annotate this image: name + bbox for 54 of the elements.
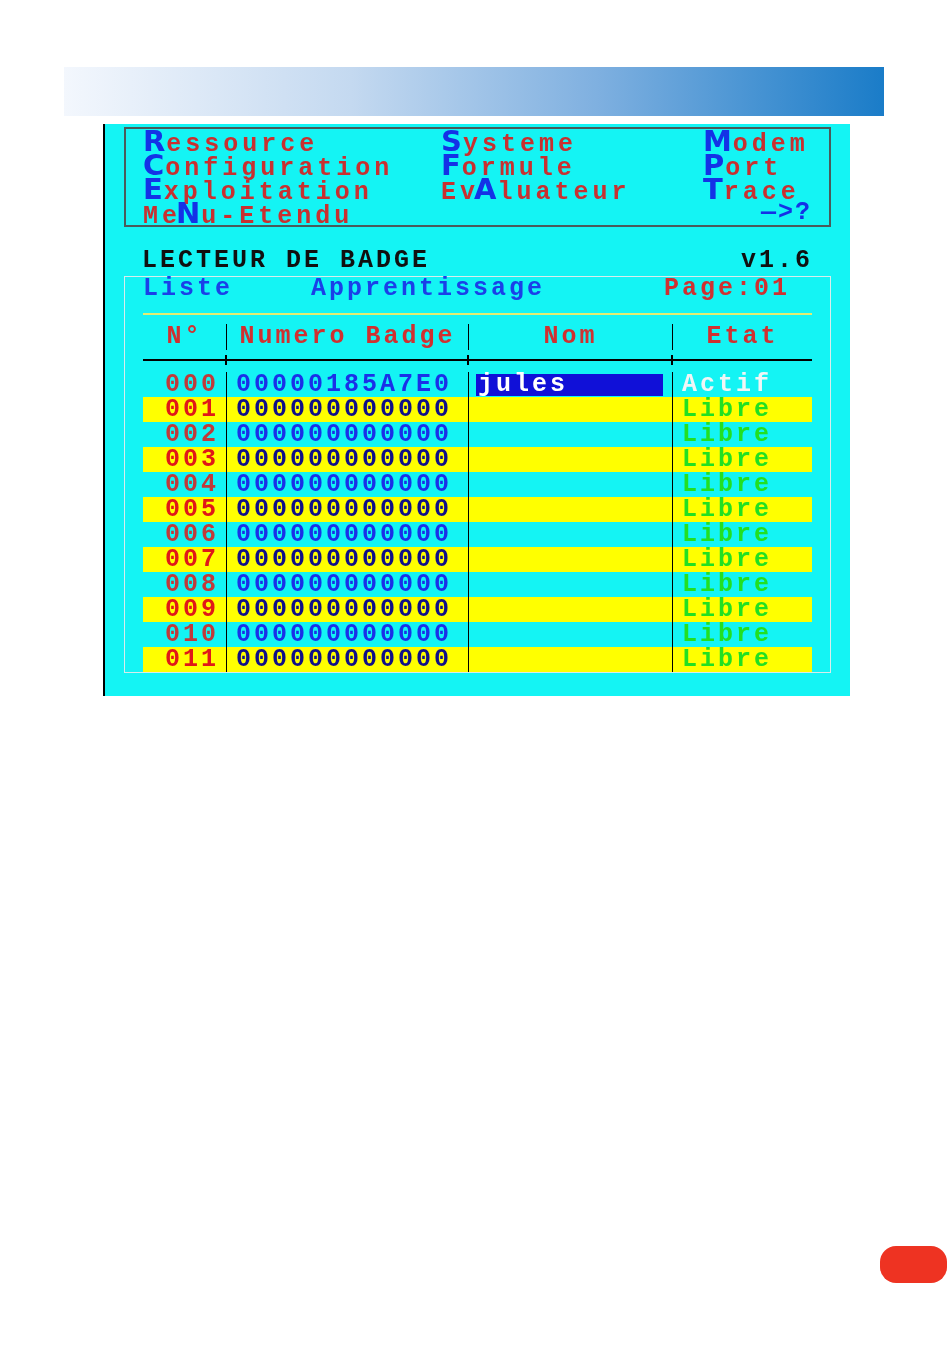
column-header: Numero Badge — [239, 325, 456, 349]
row-number-cell: 000 — [165, 372, 219, 397]
version-label: v1.6 — [741, 249, 813, 273]
page-indicator: Page:01 — [664, 277, 792, 301]
badge-number-cell: 000000000000 — [236, 547, 453, 572]
status-cell: Libre — [682, 447, 772, 472]
badge-number-cell: 000000000000 — [236, 422, 453, 447]
status-cell: Libre — [682, 597, 772, 622]
status-cell: Actif — [682, 372, 772, 397]
status-cell: Libre — [682, 422, 772, 447]
column-header: Nom — [543, 325, 598, 349]
badge-number-cell: 000000000000 — [236, 597, 453, 622]
row-number-cell: 010 — [165, 622, 219, 647]
more-link[interactable]: —>? — [761, 201, 812, 225]
row-number-cell: 002 — [165, 422, 219, 447]
page-tab-marker — [880, 1246, 947, 1283]
mode-option[interactable]: Liste — [143, 277, 311, 301]
badge-number-cell: 000000000000 — [236, 397, 453, 422]
row-number-cell: 004 — [165, 472, 219, 497]
menu-item[interactable]: Modem — [703, 129, 812, 153]
badge-number-cell: 000000000000 — [236, 647, 453, 672]
badge-number-cell: 000000000000 — [236, 497, 453, 522]
screen-title: LECTEUR DE BADGE — [142, 249, 431, 273]
row-number-cell: 007 — [165, 547, 219, 572]
status-cell: Libre — [682, 472, 772, 497]
row-number-cell: 009 — [165, 597, 219, 622]
status-cell: Libre — [682, 522, 772, 547]
row-number-cell: 011 — [165, 647, 219, 672]
row-number-cell: 008 — [165, 572, 219, 597]
name-input-field[interactable]: jules — [476, 373, 663, 396]
badge-number-cell: 000000000000 — [236, 522, 453, 547]
badge-number-cell: 000000000000 — [236, 572, 453, 597]
menu-item[interactable]: EvAluateur — [441, 177, 703, 201]
badge-number-cell: 000000000000 — [236, 447, 453, 472]
status-cell: Libre — [682, 397, 772, 422]
menu-item[interactable]: Ressource — [143, 129, 441, 153]
status-cell: Libre — [682, 647, 772, 672]
status-cell: Libre — [682, 622, 772, 647]
status-cell: Libre — [682, 497, 772, 522]
row-number-cell: 003 — [165, 447, 219, 472]
badge-number-cell: 000000000000 — [236, 472, 453, 497]
row-number-cell: 001 — [165, 397, 219, 422]
row-number-cell: 005 — [165, 497, 219, 522]
badge-number-cell: 000000000000 — [236, 622, 453, 647]
badge-number-cell: 00000185A7E0 — [236, 372, 453, 397]
menu-item[interactable]: Port — [703, 153, 812, 177]
row-number-cell: 006 — [165, 522, 219, 547]
status-cell: Libre — [682, 572, 772, 597]
menu-item[interactable]: MeNu-Etendu — [143, 201, 441, 225]
column-header: Etat — [706, 325, 779, 349]
mode-option[interactable]: Apprentissage — [311, 277, 664, 301]
menu-item[interactable]: Trace — [703, 177, 812, 201]
status-cell: Libre — [682, 547, 772, 572]
column-header: N° — [166, 325, 203, 349]
